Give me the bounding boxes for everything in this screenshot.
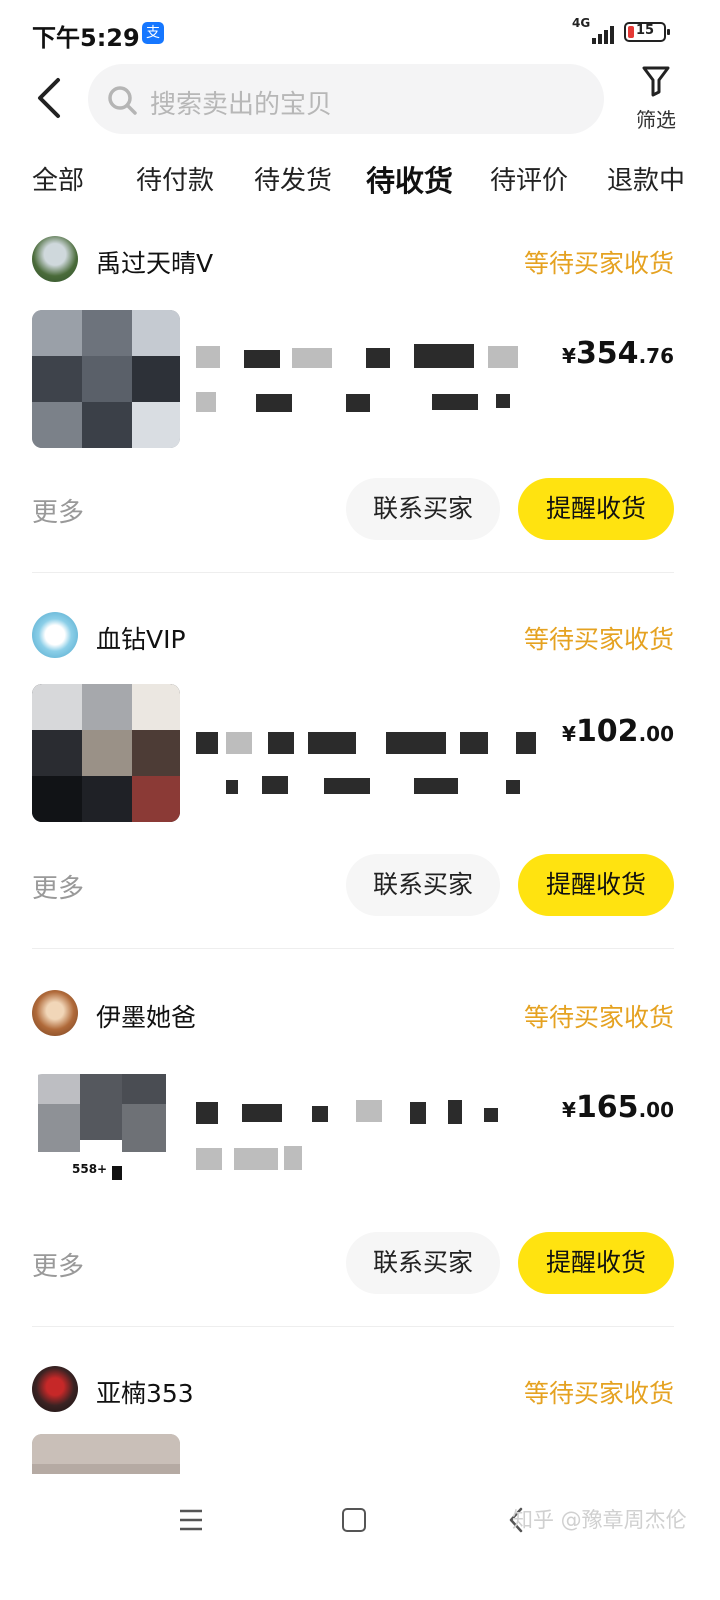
network-type: 4G — [572, 16, 591, 30]
order-price: ¥165.00 — [562, 1090, 674, 1125]
product-title[interactable] — [196, 1096, 536, 1186]
contact-buyer-button[interactable]: 联系买家 — [346, 854, 500, 916]
avatar[interactable] — [32, 1366, 78, 1412]
order-price: ¥102.00 — [562, 714, 674, 749]
avatar[interactable] — [32, 990, 78, 1036]
product-thumbnail[interactable] — [32, 310, 180, 448]
remind-receipt-button[interactable]: 提醒收货 — [518, 1232, 674, 1294]
chevron-left-icon — [38, 78, 60, 118]
order-status: 等待买家收货 — [523, 249, 674, 278]
filter-button[interactable]: 筛选 — [626, 62, 686, 142]
buyer-name[interactable]: 伊墨她爸 — [96, 998, 196, 1034]
contact-buyer-button[interactable]: 联系买家 — [346, 1232, 500, 1294]
battery-icon: 15 — [624, 22, 670, 42]
divider — [32, 1326, 674, 1327]
search-input[interactable]: 搜索卖出的宝贝 — [88, 64, 604, 134]
contact-buyer-button[interactable]: 联系买家 — [346, 478, 500, 540]
filter-label: 筛选 — [636, 108, 676, 132]
order-price: ¥354.76 — [562, 336, 674, 371]
order-status: 等待买家收货 — [523, 625, 674, 654]
status-bar: 下午5:29 支 4G 15 — [0, 0, 720, 66]
buyer-name[interactable]: 血钻VIP — [96, 620, 186, 656]
home-icon[interactable] — [342, 1508, 366, 1532]
watermark: 知乎 @豫章周杰伦 — [512, 1508, 687, 1532]
product-thumbnail[interactable]: 558+ — [32, 1074, 180, 1212]
remind-receipt-button[interactable]: 提醒收货 — [518, 854, 674, 916]
more-link[interactable]: 更多 — [32, 1246, 84, 1283]
order-status: 等待买家收货 — [523, 1003, 674, 1032]
signal-icon: 4G — [572, 16, 614, 46]
product-title[interactable] — [196, 724, 536, 814]
product-thumbnail[interactable] — [32, 684, 180, 822]
thumbnail-badge: 558+ — [72, 1162, 108, 1176]
order-status: 等待买家收货 — [523, 1379, 674, 1408]
buyer-name[interactable]: 禹过天晴V — [96, 244, 213, 280]
battery-level: 15 — [635, 23, 655, 38]
search-placeholder: 搜索卖出的宝贝 — [150, 90, 333, 120]
avatar[interactable] — [32, 236, 78, 282]
alipay-icon: 支 — [142, 22, 164, 44]
menu-icon[interactable] — [178, 1508, 204, 1532]
tab-pending-receipt[interactable]: 待收货 — [362, 158, 458, 200]
more-link[interactable]: 更多 — [32, 492, 84, 529]
product-title[interactable] — [196, 342, 536, 432]
tab-all[interactable]: 全部 — [32, 160, 84, 197]
search-icon — [108, 86, 137, 115]
tab-pending-payment[interactable]: 待付款 — [136, 160, 214, 197]
more-link[interactable]: 更多 — [32, 868, 84, 905]
tab-pending-review[interactable]: 待评价 — [490, 160, 568, 197]
top-bar: 搜索卖出的宝贝 筛选 — [0, 60, 720, 140]
remind-receipt-button[interactable]: 提醒收货 — [518, 478, 674, 540]
system-navigation-bar: 知乎 @豫章周杰伦 — [0, 1474, 720, 1600]
back-button[interactable] — [28, 74, 72, 122]
divider — [32, 572, 674, 573]
status-time: 下午5:29 — [32, 24, 140, 52]
divider — [32, 948, 674, 949]
tab-refunding[interactable]: 退款中 — [607, 160, 685, 197]
tab-pending-shipment[interactable]: 待发货 — [254, 160, 332, 197]
buyer-name[interactable]: 亚楠353 — [96, 1374, 194, 1410]
avatar[interactable] — [32, 612, 78, 658]
filter-icon — [642, 66, 670, 97]
order-tabs: 全部 待付款 待发货 待收货 待评价 退款中 — [0, 150, 720, 216]
